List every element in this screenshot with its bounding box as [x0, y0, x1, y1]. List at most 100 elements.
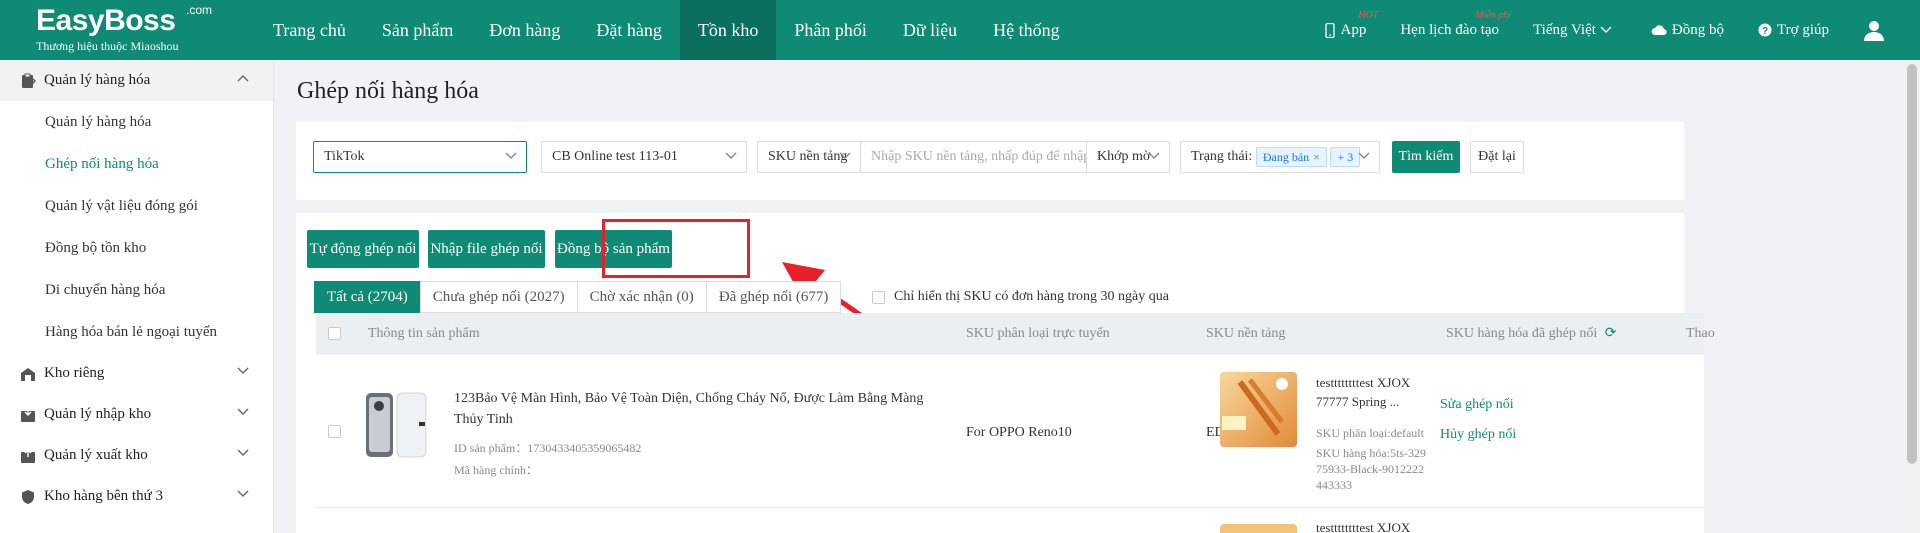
sync-label: Đồng bộ [1671, 21, 1725, 38]
recent-orders-checkbox[interactable] [872, 290, 885, 304]
logo-suffix: .com [186, 3, 213, 17]
auto-pair-button[interactable]: Tự động ghép nối [307, 230, 419, 268]
match-mode-select[interactable]: Khớp mờ [1086, 141, 1170, 173]
sidebar-group-label: Kho hàng bên thứ 3 [44, 488, 163, 504]
chevron-down-icon [839, 152, 851, 159]
sidebar-group-private-warehouse[interactable]: Kho riêng [0, 353, 273, 394]
sidebar-group-label: Quản lý xuất kho [44, 447, 148, 463]
help-link[interactable]: ? Trợ giúp [1758, 22, 1829, 39]
sidebar-item-stock-sync[interactable]: Đồng bộ tồn kho [0, 227, 273, 269]
cloud-icon [1651, 25, 1667, 36]
shield-icon [22, 489, 34, 504]
scrollbar-thumb[interactable] [1907, 64, 1917, 464]
phone-icon [1325, 22, 1336, 38]
status-label: Trạng thái: [1191, 149, 1253, 164]
top-nav: EasyBoss .com Thương hiệu thuộc Miaoshou… [0, 0, 1920, 60]
sku-search-placeholder: Nhập SKU nền tảng, nhấp đúp để nhập tì [871, 149, 1087, 164]
chevron-down-icon [725, 152, 737, 159]
status-tabs: Tất cả (2704) Chưa ghép nối (2027) Chờ x… [314, 281, 842, 313]
main-code: Mã hàng chính： [454, 463, 538, 477]
logo-brand: EasyBoss [36, 4, 176, 37]
main-nav: Trang chủ Sản phẩm Đơn hàng Đặt hàng Tồn… [255, 0, 1078, 60]
nav-item-system[interactable]: Hệ thống [975, 0, 1078, 60]
shop-select[interactable]: CB Online test 113-01 [541, 141, 747, 173]
sidebar-group-inbound[interactable]: Quản lý nhập kho [0, 394, 273, 435]
platform-select[interactable]: TikTok [313, 141, 527, 173]
sidebar-group-third-party-warehouse[interactable]: Kho hàng bên thứ 3 [0, 476, 273, 517]
clipboard-icon [22, 73, 36, 88]
warehouse-icon [21, 367, 35, 381]
tab-pending[interactable]: Chờ xác nhận (0) [576, 281, 707, 313]
nav-item-orders[interactable]: Đơn hàng [471, 0, 578, 60]
filter-bar: TikTok CB Online test 113-01 SKU nền tản… [296, 122, 1684, 200]
sku-type-select[interactable]: SKU nền tảng [757, 141, 861, 173]
matched-product-image [1220, 524, 1297, 533]
product-id: ID sản phẩm：1730433405359065482 [454, 441, 642, 455]
product-title[interactable]: 123Bảo Vệ Màn Hình, Bảo Vệ Toàn Diện, Ch… [454, 388, 944, 430]
sidebar-item-goods-pairing[interactable]: Ghép nối hàng hóa [0, 143, 273, 185]
nav-item-products[interactable]: Sản phẩm [364, 0, 472, 60]
matched-sku: SKU hàng hóa:5ts-32975933-Black-90122224… [1316, 446, 1426, 492]
logo-subtitle: Thương hiệu thuộc Miaoshou [36, 39, 179, 53]
select-all-checkbox[interactable] [328, 327, 341, 340]
language-select[interactable]: Tiếng Việt [1533, 22, 1617, 39]
tab-unpaired[interactable]: Chưa ghép nối (2027) [419, 281, 578, 313]
page-scrollbar[interactable] [1904, 60, 1920, 533]
status-chip[interactable]: Đang bán × [1255, 146, 1327, 167]
search-button[interactable]: Tìm kiếm [1392, 141, 1460, 173]
tab-all[interactable]: Tất cả (2704) [314, 281, 421, 313]
chevron-down-icon [237, 449, 249, 456]
sidebar-item-offline-retail[interactable]: Hàng hóa bán lẻ ngoại tuyến [0, 311, 273, 353]
nav-item-inventory[interactable]: Tồn kho [679, 0, 777, 60]
nav-item-home[interactable]: Trang chủ [255, 0, 364, 60]
edit-pairing-link[interactable]: Sửa ghép nối [1440, 397, 1514, 413]
chevron-up-icon [237, 75, 249, 82]
sidebar-group-goods[interactable]: Quản lý hàng hóa [0, 60, 273, 101]
close-icon[interactable]: × [1313, 150, 1320, 164]
import-pair-button[interactable]: Nhập file ghép nối [428, 230, 545, 268]
chevron-down-icon [505, 152, 517, 159]
question-icon: ? [1758, 23, 1772, 37]
page-title: Ghép nối hàng hóa [297, 78, 479, 104]
svg-text:?: ? [1762, 26, 1768, 37]
status-select[interactable]: Trạng thái: Đang bán × + 3 [1180, 141, 1380, 173]
header-platform-sku: SKU nền tảng [1206, 326, 1286, 341]
sidebar-group-outbound[interactable]: Quản lý xuất kho [0, 435, 273, 476]
status-more-chip: + 3 [1330, 146, 1361, 167]
sidebar-item-goods-management[interactable]: Quản lý hàng hóa [0, 101, 273, 143]
user-avatar[interactable] [1863, 19, 1890, 41]
matched-variant: SKU phân loại:default [1316, 426, 1424, 440]
nav-item-data[interactable]: Dữ liệu [885, 0, 975, 60]
sku-search-input[interactable]: Nhập SKU nền tảng, nhấp đúp để nhập tì [860, 141, 1087, 173]
sidebar-item-goods-transfer[interactable]: Di chuyển hàng hóa [0, 269, 273, 311]
app-link[interactable]: App HOT [1325, 10, 1378, 39]
cancel-pairing-link[interactable]: Hủy ghép nối [1440, 427, 1516, 443]
sidebar-item-packaging[interactable]: Quản lý vật liệu đóng gói [0, 185, 273, 227]
matched-product-image [1220, 372, 1297, 447]
reset-button[interactable]: Đặt lại [1470, 141, 1524, 173]
nav-item-purchase[interactable]: Đặt hàng [578, 0, 679, 60]
tab-paired[interactable]: Đã ghép nối (677) [705, 281, 842, 313]
shop-value: CB Online test 113-01 [552, 149, 678, 164]
logo[interactable]: EasyBoss .com Thương hiệu thuộc Miaoshou [36, 3, 212, 53]
product-image [366, 392, 427, 458]
chevron-down-icon [1358, 152, 1370, 159]
chevron-down-icon [237, 490, 249, 497]
sync-link[interactable]: Đồng bộ [1651, 22, 1724, 39]
matched-sku-info: SKU phân loại:default SKU hàng hóa:5ts-3… [1316, 425, 1426, 493]
sidebar: Quản lý hàng hóa Quản lý hàng hóa Ghép n… [0, 60, 274, 533]
sidebar-group-label: Quản lý nhập kho [44, 406, 152, 422]
table-row: 123Bảo Vệ Màn Hình, Bảo Vệ Toàn Diện, Ch… [316, 355, 1704, 508]
header-online-sku: SKU phân loại trực tuyến [966, 326, 1110, 341]
user-icon [1864, 21, 1884, 41]
matched-title: testtttttttest XJOX [1316, 520, 1411, 533]
schedule-training-link[interactable]: Hẹn lịch đào tạo Miễn phí [1400, 10, 1511, 39]
recent-orders-filter[interactable]: Chỉ hiển thị SKU có đơn hàng trong 30 ng… [872, 289, 1169, 305]
chevron-down-icon [1148, 152, 1160, 159]
sidebar-group-label: Quản lý hàng hóa [44, 72, 151, 88]
nav-item-distribution[interactable]: Phân phối [776, 0, 885, 60]
refresh-icon[interactable]: ⟳ [1605, 326, 1617, 341]
header-product: Thông tin sản phẩm [368, 326, 480, 341]
outbound-box-icon [21, 448, 35, 463]
row-checkbox[interactable] [328, 425, 341, 438]
